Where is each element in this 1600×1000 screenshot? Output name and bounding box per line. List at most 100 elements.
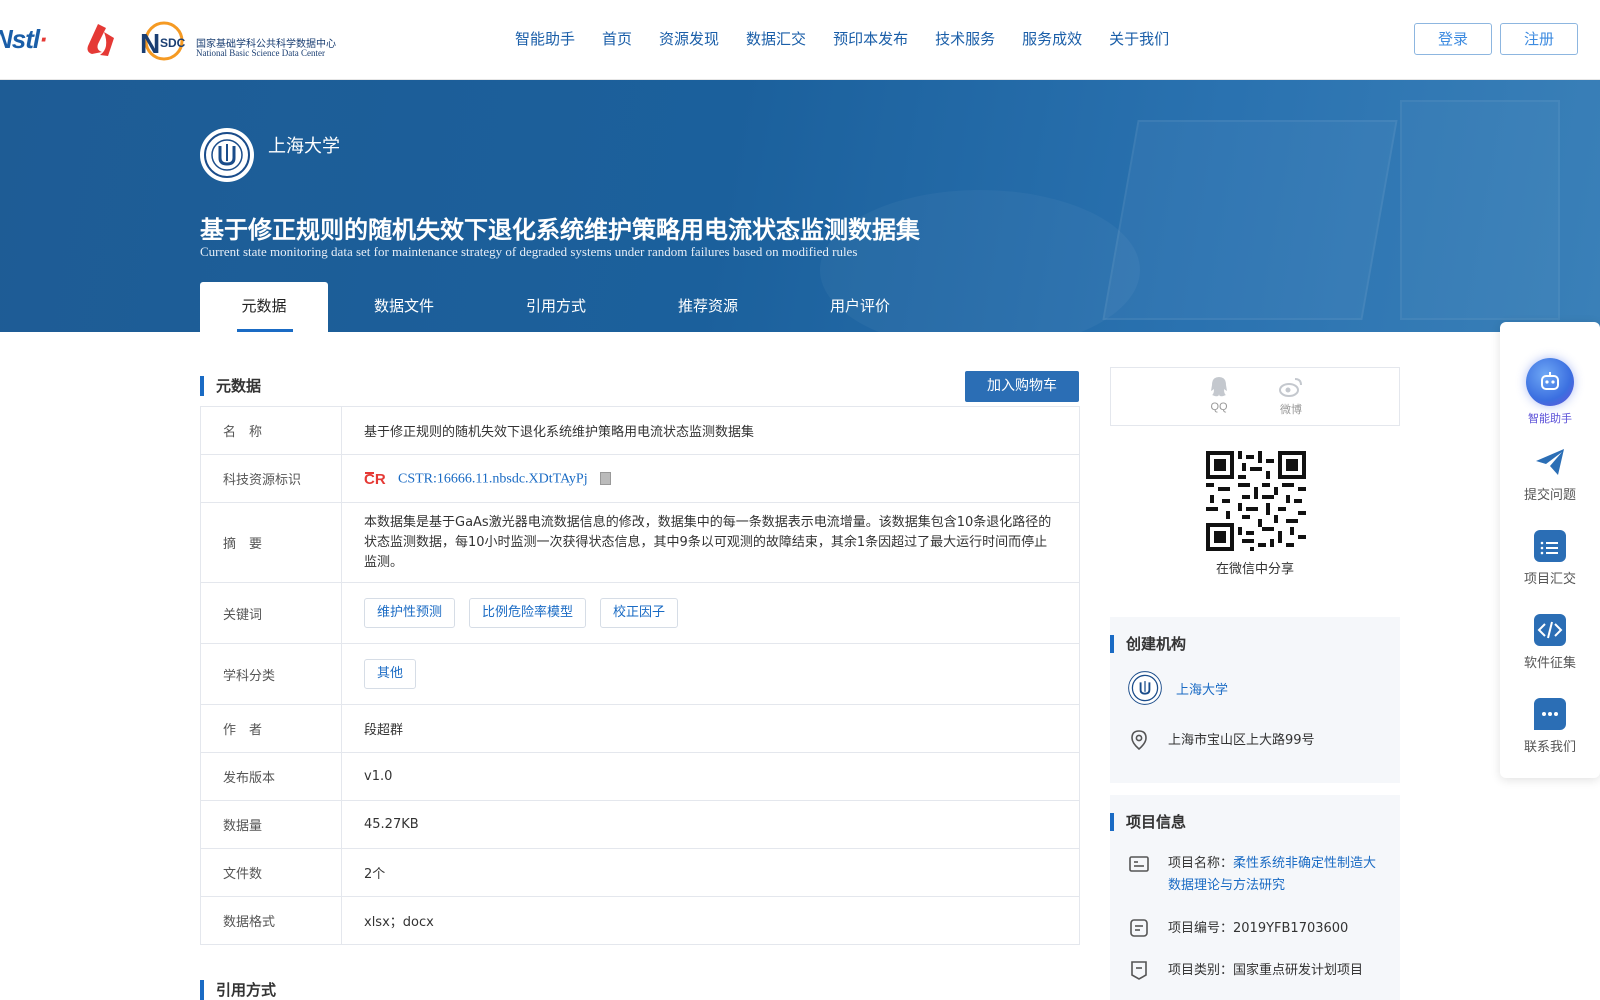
row-label: 数据量 bbox=[200, 800, 342, 849]
creator-institution-row: 上海大学 bbox=[1128, 671, 1228, 705]
row-label: 名 称 bbox=[200, 406, 342, 455]
svg-text:N: N bbox=[140, 28, 160, 59]
university-logo-icon[interactable] bbox=[200, 128, 254, 182]
side-submit-label: 提交问题 bbox=[1523, 488, 1576, 503]
metadata-table: 名 称 基于修正规则的随机失效下退化系统维护策略用电流状态监测数据集 科技资源标… bbox=[200, 406, 1080, 945]
side-software-label: 软件征集 bbox=[1523, 656, 1576, 671]
version-value: v1.0 bbox=[341, 752, 1080, 801]
row-label: 文件数 bbox=[200, 848, 342, 897]
table-row: 学科分类 其他 bbox=[200, 643, 1080, 705]
nav-tech-service[interactable]: 技术服务 bbox=[935, 28, 995, 49]
keyword-tag[interactable]: 校正因子 bbox=[600, 598, 679, 628]
author-value: 段超群 bbox=[341, 704, 1080, 753]
tab-recommended[interactable]: 推荐资源 bbox=[632, 282, 784, 332]
keyword-tag[interactable]: 比例危险率模型 bbox=[469, 598, 587, 628]
creator-institution-link[interactable]: 上海大学 bbox=[1176, 679, 1228, 698]
project-category: 项目类别：国家重点研发计划项目 bbox=[1168, 963, 1364, 978]
table-row: 关键词 维护性预测 比例危险率模型 校正因子 bbox=[200, 582, 1080, 644]
side-project-label: 项目汇交 bbox=[1523, 572, 1576, 587]
side-contact-us[interactable]: 联系我们 bbox=[1500, 698, 1600, 755]
nsdc-name-en: National Basic Science Data Center bbox=[196, 48, 325, 58]
tab-data-files[interactable]: 数据文件 bbox=[328, 282, 480, 332]
floating-side-toolbar: 智能助手 提交问题 项目汇交 软件征集 联系我们 bbox=[1500, 322, 1600, 778]
copy-icon[interactable] bbox=[599, 472, 611, 485]
table-row: 发布版本 v1.0 bbox=[200, 752, 1080, 801]
project-panel: 项目信息 项目名称：柔性系统非确定性制造大数据理论与方法研究 项目编号：2019… bbox=[1110, 795, 1400, 1000]
project-category-icon bbox=[1131, 961, 1147, 980]
project-category-row: 项目类别：国家重点研发计划项目 bbox=[1128, 959, 1363, 981]
keywords-cell: 维护性预测 比例危险率模型 校正因子 bbox=[341, 582, 1080, 644]
banner-decoration bbox=[1400, 100, 1560, 320]
dataset-hero-banner: 上海大学 基于修正规则的随机失效下退化系统维护策略用电流状态监测数据集 Curr… bbox=[0, 80, 1600, 332]
tab-citation[interactable]: 引用方式 bbox=[480, 282, 632, 332]
svg-text:SDC: SDC bbox=[160, 36, 186, 50]
robot-icon bbox=[1526, 358, 1574, 406]
location-pin-icon bbox=[1131, 730, 1147, 751]
nav-ai-assistant[interactable]: 智能助手 bbox=[515, 28, 575, 49]
nav-preprint[interactable]: 预印本发布 bbox=[833, 28, 908, 49]
table-row: 摘 要 本数据集是基于GaAs激光器电流数据信息的修改，数据集中的每一条数据表示… bbox=[200, 502, 1080, 583]
file-count-value: 2个 bbox=[341, 848, 1080, 897]
red-institution-logo[interactable] bbox=[80, 22, 120, 58]
side-ai-assistant[interactable]: 智能助手 bbox=[1500, 358, 1600, 426]
folder-list-icon bbox=[1534, 530, 1566, 562]
data-format-value: xlsx；docx bbox=[341, 896, 1080, 945]
dataset-name-value: 基于修正规则的随机失效下退化系统维护策略用电流状态监测数据集 bbox=[341, 406, 1080, 455]
share-qq[interactable]: QQ bbox=[1199, 376, 1239, 413]
nav-home[interactable]: 首页 bbox=[602, 28, 632, 49]
nav-resource-discovery[interactable]: 资源发现 bbox=[659, 28, 719, 49]
row-label: 数据格式 bbox=[200, 896, 342, 945]
table-row: 名 称 基于修正规则的随机失效下退化系统维护策略用电流状态监测数据集 bbox=[200, 406, 1080, 455]
side-ai-label: 智能助手 bbox=[1528, 412, 1572, 425]
paper-plane-icon bbox=[1536, 449, 1564, 475]
citation-section-heading: 引用方式 bbox=[200, 980, 276, 1000]
cstr-link[interactable]: CSTR:16666.11.nbsdc.XDtTAyPj bbox=[398, 471, 588, 486]
side-project-submission[interactable]: 项目汇交 bbox=[1500, 530, 1600, 587]
keyword-tag[interactable]: 维护性预测 bbox=[364, 598, 456, 628]
creator-panel-heading: 创建机构 bbox=[1110, 635, 1186, 653]
university-logo-icon bbox=[1128, 671, 1162, 705]
creator-panel: 创建机构 上海大学 上海市宝山区上大路99号 bbox=[1110, 617, 1400, 783]
cstr-logo-icon: CR bbox=[364, 471, 386, 488]
qq-label: QQ bbox=[1210, 401, 1228, 413]
register-button[interactable]: 注册 bbox=[1500, 23, 1578, 55]
nstl-logo[interactable]: Nstl· bbox=[0, 24, 48, 55]
detail-tabs: 元数据 数据文件 引用方式 推荐资源 用户评价 bbox=[200, 282, 936, 332]
table-row: 数据格式 xlsx；docx bbox=[200, 896, 1080, 945]
side-software-call[interactable]: 软件征集 bbox=[1500, 614, 1600, 671]
nsdc-logo[interactable]: N SDC 国家基础学科公共科学数据中心 National Basic Scie… bbox=[134, 20, 354, 62]
row-label: 摘 要 bbox=[200, 502, 342, 583]
nav-about-us[interactable]: 关于我们 bbox=[1109, 28, 1169, 49]
data-size-value: 45.27KB bbox=[341, 800, 1080, 849]
dataset-title-english: Current state monitoring data set for ma… bbox=[200, 244, 858, 259]
project-number: 项目编号：2019YFB1703600 bbox=[1168, 921, 1349, 936]
project-card-icon bbox=[1129, 856, 1149, 872]
table-row: 科技资源标识 CR CSTR:16666.11.nbsdc.XDtTAyPj bbox=[200, 454, 1080, 503]
abstract-value: 本数据集是基于GaAs激光器电流数据信息的修改，数据集中的每一条数据表示电流增量… bbox=[341, 502, 1080, 583]
code-icon bbox=[1534, 614, 1566, 646]
row-label: 科技资源标识 bbox=[200, 454, 342, 503]
tab-metadata[interactable]: 元数据 bbox=[200, 282, 328, 332]
nav-data-submission[interactable]: 数据汇交 bbox=[746, 28, 806, 49]
weibo-label: 微博 bbox=[1280, 404, 1302, 416]
banner-decoration bbox=[1102, 120, 1398, 320]
project-name-label: 项目名称： bbox=[1168, 856, 1234, 871]
nsdc-emblem-icon: N SDC bbox=[140, 21, 186, 61]
share-weibo[interactable]: 微博 bbox=[1271, 376, 1311, 417]
top-navigation-bar: Nstl· N SDC 国家基础学科公共科学数据中心 National Basi… bbox=[0, 0, 1600, 80]
project-name-text: 项目名称：柔性系统非确定性制造大数据理论与方法研究 bbox=[1168, 853, 1388, 897]
project-panel-heading: 项目信息 bbox=[1110, 813, 1186, 831]
creator-address: 上海市宝山区上大路99号 bbox=[1168, 733, 1315, 748]
dataset-title: 基于修正规则的随机失效下退化系统维护策略用电流状态监测数据集 bbox=[200, 216, 920, 244]
project-number-row: 项目编号：2019YFB1703600 bbox=[1128, 917, 1348, 939]
row-label: 作 者 bbox=[200, 704, 342, 753]
table-row: 文件数 2个 bbox=[200, 848, 1080, 897]
main-nav: 智能助手 首页 资源发现 数据汇交 预印本发布 技术服务 服务成效 关于我们 bbox=[515, 28, 1196, 49]
add-to-cart-button[interactable]: 加入购物车 bbox=[965, 371, 1079, 402]
side-submit-question[interactable]: 提交问题 bbox=[1500, 446, 1600, 503]
tab-user-reviews[interactable]: 用户评价 bbox=[784, 282, 936, 332]
discipline-tag[interactable]: 其他 bbox=[364, 659, 417, 689]
login-button[interactable]: 登录 bbox=[1414, 23, 1492, 55]
nav-service-results[interactable]: 服务成效 bbox=[1022, 28, 1082, 49]
institution-name[interactable]: 上海大学 bbox=[268, 132, 340, 158]
